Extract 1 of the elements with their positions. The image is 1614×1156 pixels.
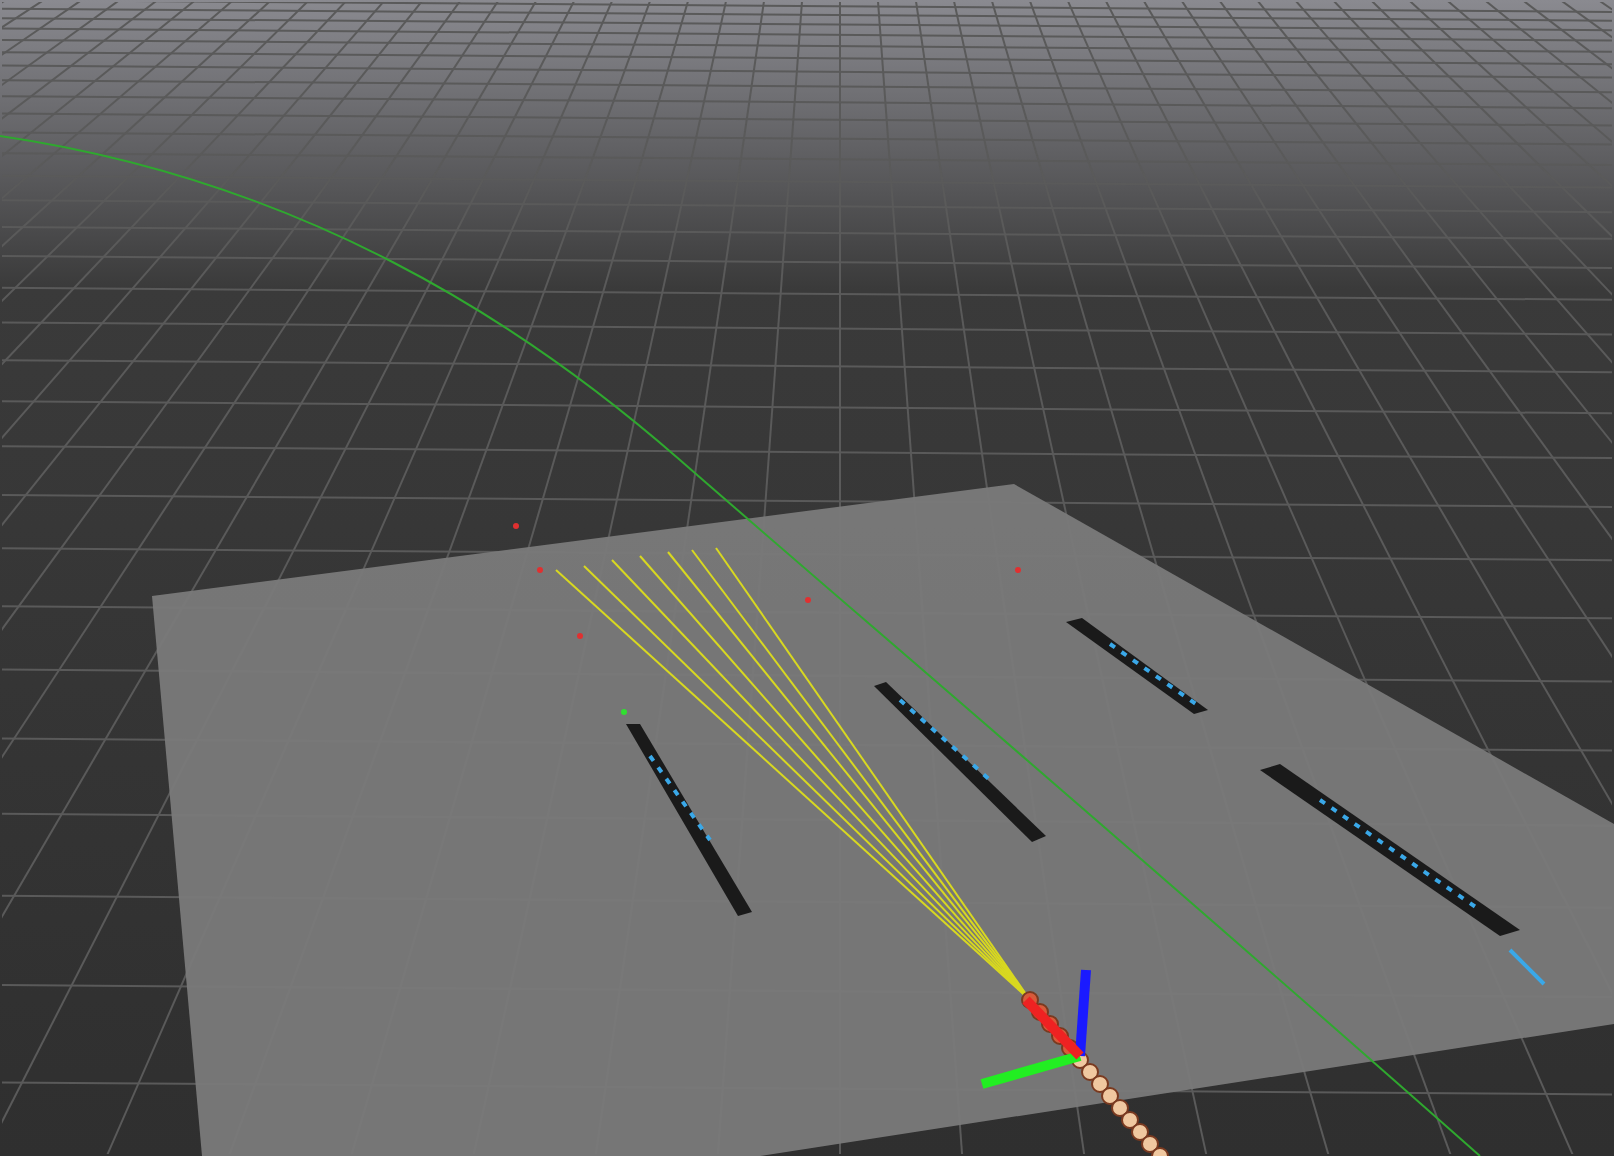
- axes-drawing: [980, 969, 1091, 1089]
